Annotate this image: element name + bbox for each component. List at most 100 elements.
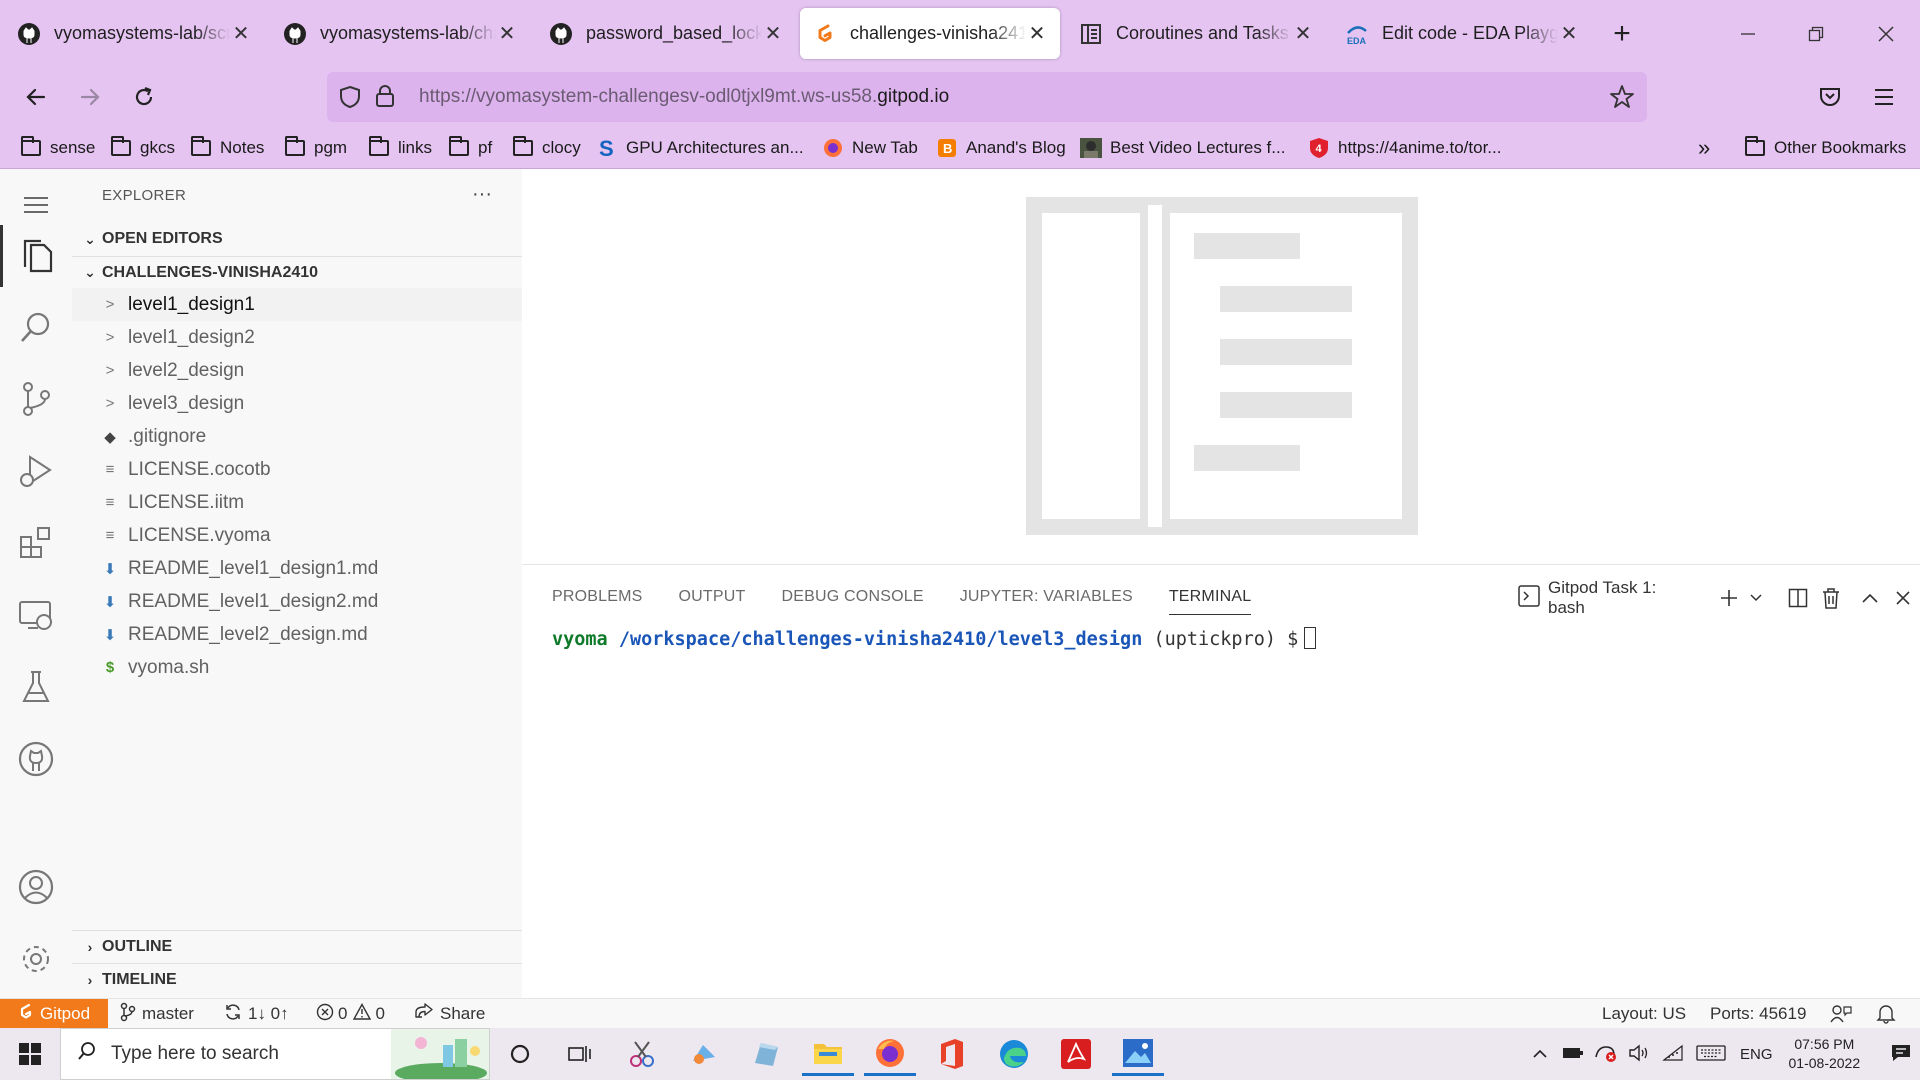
tab-problems[interactable]: PROBLEMS bbox=[552, 579, 643, 615]
new-terminal-plus-icon[interactable] bbox=[1712, 583, 1745, 613]
bookmark-anands-blog[interactable]: B Anand's Blog bbox=[936, 135, 1066, 161]
clock[interactable]: 07:56 PM 01-08-2022 bbox=[1789, 1035, 1861, 1073]
bookmark-sense[interactable]: sense bbox=[20, 135, 95, 161]
tab-debug-console[interactable]: DEBUG CONSOLE bbox=[782, 579, 924, 615]
notes-app-icon[interactable] bbox=[740, 1032, 792, 1076]
tab-jupyter-variables[interactable]: JUPYTER: VARIABLES bbox=[960, 579, 1133, 615]
close-window-button[interactable] bbox=[1864, 14, 1908, 54]
bookmark-pgm[interactable]: pgm bbox=[284, 135, 347, 161]
edge-icon[interactable] bbox=[988, 1032, 1040, 1076]
close-icon[interactable]: ✕ bbox=[230, 23, 252, 45]
photos-icon[interactable] bbox=[1112, 1032, 1164, 1076]
browser-tab-2[interactable]: vyomasystems-lab/challenge ✕ bbox=[270, 8, 530, 59]
volume-icon[interactable] bbox=[1628, 1044, 1650, 1065]
tree-file-readme-level1-design1[interactable]: ⬇ README_level1_design1.md bbox=[72, 552, 522, 585]
close-icon[interactable]: ✕ bbox=[1292, 23, 1314, 45]
tab-terminal[interactable]: TERMINAL bbox=[1168, 579, 1252, 615]
testing-icon[interactable] bbox=[0, 657, 72, 717]
reload-button[interactable] bbox=[124, 77, 164, 117]
url-text[interactable]: https://vyomasystem-challengesv-odl0tjxl… bbox=[419, 86, 949, 108]
tree-folder-level1-design2[interactable]: > level1_design2 bbox=[72, 321, 522, 354]
pocket-icon[interactable] bbox=[1810, 77, 1850, 117]
outline-section[interactable]: › OUTLINE bbox=[72, 930, 522, 962]
windows-start-icon[interactable] bbox=[4, 1032, 56, 1076]
keyboard-layout-status[interactable]: Layout: US bbox=[1602, 999, 1686, 1029]
tree-file-vyoma-sh[interactable]: $ vyoma.sh bbox=[72, 651, 522, 684]
timeline-section[interactable]: › TIMELINE bbox=[72, 963, 522, 995]
feedback-icon[interactable] bbox=[1830, 999, 1852, 1029]
minimize-button[interactable] bbox=[1726, 14, 1770, 54]
tree-folder-level3-design[interactable]: > level3_design bbox=[72, 387, 522, 420]
bookmark-gpu-architectures[interactable]: S GPU Architectures an... bbox=[596, 135, 804, 161]
tab-output[interactable]: OUTPUT bbox=[679, 579, 746, 615]
close-icon[interactable]: ✕ bbox=[496, 23, 518, 45]
action-center-icon[interactable] bbox=[1890, 1043, 1912, 1066]
back-button[interactable] bbox=[16, 77, 56, 117]
terminal-name[interactable]: Gitpod Task 1: bash bbox=[1548, 578, 1694, 618]
tree-folder-level1-design1[interactable]: > level1_design1 bbox=[72, 288, 522, 321]
chevron-up-icon[interactable] bbox=[1532, 1046, 1548, 1062]
tree-folder-level2-design[interactable]: > level2_design bbox=[72, 354, 522, 387]
tree-file-readme-level1-design2[interactable]: ⬇ README_level1_design2.md bbox=[72, 585, 522, 618]
search-icon[interactable] bbox=[0, 297, 72, 357]
acrobat-icon[interactable] bbox=[1050, 1032, 1102, 1076]
tree-file-license-vyoma[interactable]: ≡ LICENSE.vyoma bbox=[72, 519, 522, 552]
ports-status[interactable]: Ports: 45619 bbox=[1710, 999, 1806, 1029]
tree-file-license-cocotb[interactable]: ≡ LICENSE.cocotb bbox=[72, 453, 522, 486]
open-editors-section[interactable]: ⌄ OPEN EDITORS bbox=[72, 223, 522, 255]
more-actions-icon[interactable]: ··· bbox=[472, 183, 492, 206]
gitpod-status-button[interactable]: Gitpod bbox=[0, 999, 108, 1029]
tree-file-license-iitm[interactable]: ≡ LICENSE.iitm bbox=[72, 486, 522, 519]
menu-icon[interactable] bbox=[1864, 77, 1904, 117]
task-view-icon[interactable] bbox=[554, 1032, 606, 1076]
split-terminal-icon[interactable] bbox=[1781, 583, 1814, 613]
tree-file-gitignore[interactable]: ◆ .gitignore bbox=[72, 420, 522, 453]
chevron-down-icon[interactable] bbox=[1746, 583, 1767, 613]
keyboard-icon[interactable] bbox=[1696, 1044, 1726, 1065]
battery-icon[interactable] bbox=[1562, 1046, 1584, 1063]
terminal-output[interactable]: vyoma /workspace/challenges-vinisha2410/… bbox=[552, 627, 1317, 650]
browser-tab-6[interactable]: EDA Edit code - EDA Playground ✕ bbox=[1332, 8, 1592, 59]
bookmark-links[interactable]: links bbox=[368, 135, 432, 161]
browser-tab-5[interactable]: Coroutines and Tasks — Python ✕ bbox=[1066, 8, 1326, 59]
cortana-icon[interactable] bbox=[494, 1032, 546, 1076]
browser-tab-1[interactable]: vyomasystems-lab/screen ✕ bbox=[4, 8, 264, 59]
editor-area[interactable] bbox=[522, 169, 1920, 564]
lock-icon[interactable] bbox=[375, 84, 395, 113]
bookmark-clocy[interactable]: clocy bbox=[512, 135, 581, 161]
workspace-section[interactable]: ⌄ CHALLENGES-VINISHA2410 bbox=[72, 256, 522, 288]
tracking-shield-icon[interactable] bbox=[339, 85, 361, 114]
close-icon[interactable]: ✕ bbox=[762, 23, 784, 45]
extensions-icon[interactable] bbox=[0, 513, 72, 573]
new-tab-button[interactable]: + bbox=[1602, 14, 1642, 54]
star-icon[interactable] bbox=[1609, 84, 1635, 115]
close-icon[interactable] bbox=[1887, 583, 1920, 613]
more-bookmarks-icon[interactable]: » bbox=[1698, 135, 1710, 161]
url-bar[interactable]: https://vyomasystem-challengesv-odl0tjxl… bbox=[327, 72, 1647, 122]
wifi-icon[interactable] bbox=[1662, 1044, 1684, 1065]
bookmark-new-tab[interactable]: New Tab bbox=[822, 135, 918, 161]
bookmark-gkcs[interactable]: gkcs bbox=[110, 135, 175, 161]
file-explorer-icon[interactable] bbox=[802, 1032, 854, 1076]
browser-tab-3[interactable]: password_based_lock_vyoma ✕ bbox=[536, 8, 796, 59]
settings-gear-icon[interactable] bbox=[0, 929, 72, 989]
github-icon[interactable] bbox=[0, 729, 72, 789]
remote-explorer-icon[interactable] bbox=[0, 585, 72, 645]
tree-file-readme-level2-design[interactable]: ⬇ README_level2_design.md bbox=[72, 618, 522, 651]
paint-3d-icon[interactable] bbox=[678, 1032, 730, 1076]
account-icon[interactable] bbox=[0, 857, 72, 917]
bookmark-notes[interactable]: Notes bbox=[190, 135, 264, 161]
close-icon[interactable]: ✕ bbox=[1026, 23, 1048, 45]
explorer-icon[interactable] bbox=[0, 225, 72, 287]
browser-tab-active[interactable]: challenges-vinisha2410 ✕ bbox=[800, 8, 1060, 59]
firefox-icon[interactable] bbox=[864, 1032, 916, 1076]
share-button[interactable]: Share bbox=[414, 999, 485, 1029]
bookmark-pf[interactable]: pf bbox=[448, 135, 492, 161]
source-control-icon[interactable] bbox=[0, 369, 72, 429]
run-debug-icon[interactable] bbox=[0, 441, 72, 501]
branch-status[interactable]: master bbox=[120, 999, 194, 1029]
snipping-tool-icon[interactable] bbox=[616, 1032, 668, 1076]
bookmark-best-video-lectures[interactable]: Best Video Lectures f... bbox=[1080, 135, 1285, 161]
sync-status[interactable]: 1↓ 0↑ bbox=[224, 999, 289, 1029]
input-language[interactable]: ENG bbox=[1740, 1046, 1773, 1063]
